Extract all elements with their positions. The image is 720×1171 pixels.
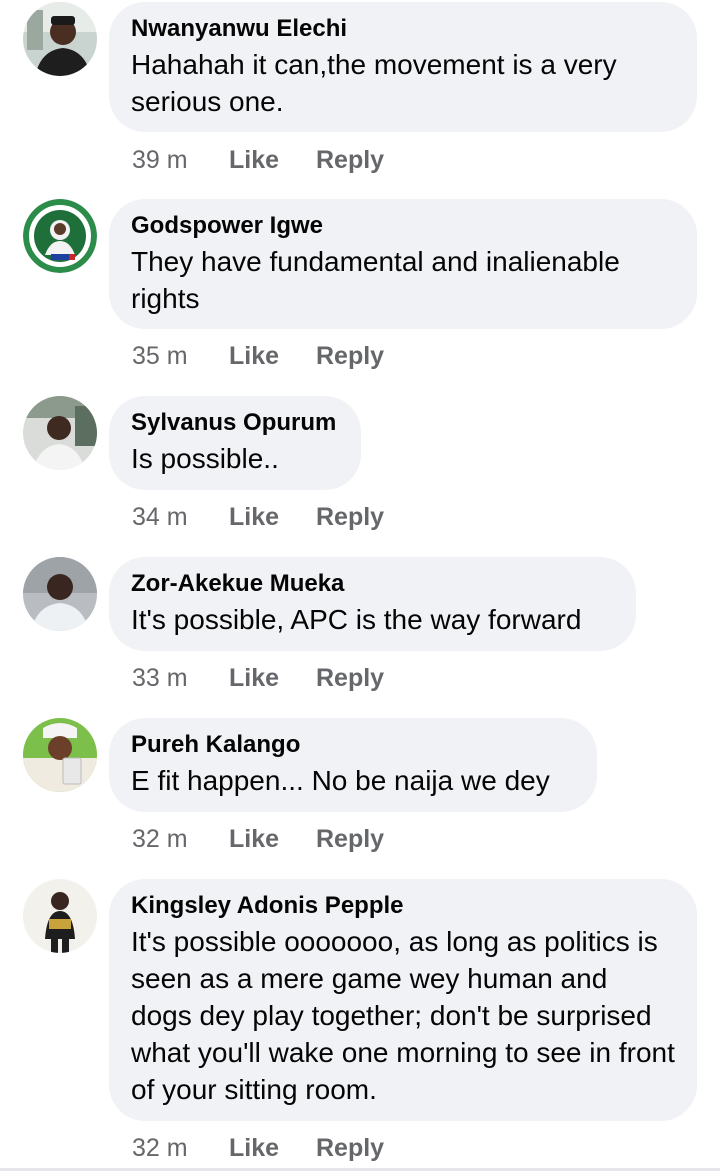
avatar[interactable]: [23, 2, 97, 76]
avatar[interactable]: [23, 879, 97, 953]
comment-actions: 32 m Like Reply: [132, 823, 384, 855]
reply-button[interactable]: Reply: [316, 825, 384, 854]
user-photo-icon: [23, 557, 97, 631]
comment-timestamp[interactable]: 34 m: [132, 503, 229, 532]
comment-text: Hahahah it can,the movement is a very se…: [131, 49, 617, 117]
comment-author[interactable]: Zor-Akekue Mueka: [131, 569, 614, 599]
comment-actions: 34 m Like Reply: [132, 501, 384, 533]
reply-button[interactable]: Reply: [316, 146, 384, 175]
comment-author[interactable]: Kingsley Adonis Pepple: [131, 891, 675, 921]
reply-button[interactable]: Reply: [316, 664, 384, 693]
user-photo-icon: [23, 879, 97, 953]
comment-author[interactable]: Pureh Kalango: [131, 730, 575, 760]
like-button[interactable]: Like: [229, 1134, 316, 1163]
comment-timestamp[interactable]: 33 m: [132, 664, 229, 693]
comment-text: It's possible, APC is the way forward: [131, 604, 582, 635]
comment-bubble: Zor-Akekue Mueka It's possible, APC is t…: [109, 557, 636, 651]
avatar[interactable]: [23, 557, 97, 631]
comment-timestamp[interactable]: 32 m: [132, 1134, 229, 1163]
comment-text: They have fundamental and inalienable ri…: [131, 246, 620, 314]
comment-actions: 35 m Like Reply: [132, 340, 384, 372]
like-button[interactable]: Like: [229, 503, 316, 532]
campaign-logo-icon: [23, 199, 97, 273]
like-button[interactable]: Like: [229, 342, 316, 371]
avatar[interactable]: [23, 718, 97, 792]
comment-text: E fit happen... No be naija we dey: [131, 765, 550, 796]
comment-timestamp[interactable]: 32 m: [132, 825, 229, 854]
comment-timestamp[interactable]: 39 m: [132, 146, 229, 175]
comment-bubble: Kingsley Adonis Pepple It's possible ooo…: [109, 879, 697, 1121]
like-button[interactable]: Like: [229, 825, 316, 854]
user-photo-icon: [23, 718, 97, 792]
reply-button[interactable]: Reply: [316, 503, 384, 532]
comment-actions: 32 m Like Reply: [132, 1132, 384, 1164]
comment-bubble: Godspower Igwe They have fundamental and…: [109, 199, 697, 329]
comment-actions: 39 m Like Reply: [132, 144, 384, 176]
reply-button[interactable]: Reply: [316, 342, 384, 371]
comment-timestamp[interactable]: 35 m: [132, 342, 229, 371]
user-photo-icon: [23, 2, 97, 76]
like-button[interactable]: Like: [229, 664, 316, 693]
comment-actions: 33 m Like Reply: [132, 662, 384, 694]
comment-text: It's possible ooooooo, as long as politi…: [131, 926, 675, 1105]
comment-author[interactable]: Nwanyanwu Elechi: [131, 14, 675, 44]
avatar[interactable]: [23, 199, 97, 273]
comment-author[interactable]: Sylvanus Opurum: [131, 408, 339, 438]
comment-author[interactable]: Godspower Igwe: [131, 211, 675, 241]
comment-text: Is possible..: [131, 443, 279, 474]
comment-list: Nwanyanwu Elechi Hahahah it can,the move…: [0, 0, 720, 1171]
reply-button[interactable]: Reply: [316, 1134, 384, 1163]
comment-bubble: Nwanyanwu Elechi Hahahah it can,the move…: [109, 2, 697, 132]
user-photo-icon: [23, 396, 97, 470]
comment-bubble: Pureh Kalango E fit happen... No be naij…: [109, 718, 597, 812]
like-button[interactable]: Like: [229, 146, 316, 175]
comment-bubble: Sylvanus Opurum Is possible..: [109, 396, 361, 490]
avatar[interactable]: [23, 396, 97, 470]
